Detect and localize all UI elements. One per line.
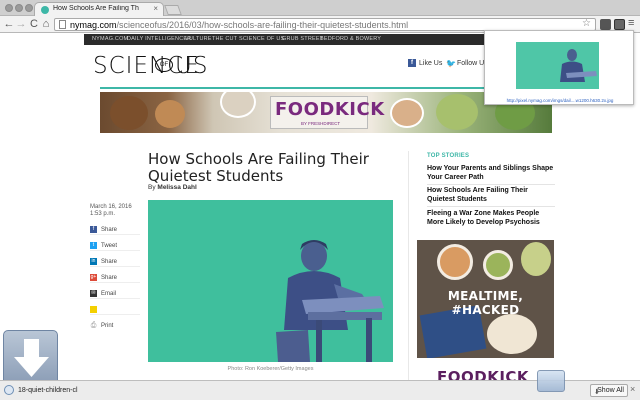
download-arrow-overlay-icon [3,330,58,380]
foodkick-logo-box: FOODKICK BY FRESHDIRECT [270,96,384,129]
article-time: 1:53 p.m. [90,211,116,217]
student-thumbnail-illustration [516,42,599,89]
like-us-label: Like Us [419,60,443,67]
nav-link-the-cut[interactable]: THE CUT [212,36,237,42]
email-icon: ✉ [90,290,97,297]
foodkick-ad-title: FOODKICK [275,99,385,120]
ad-food-image [483,250,513,280]
url-host: nymag.com [70,20,117,30]
share-label: Email [101,291,117,297]
chrome-menu-icon[interactable]: ≡ [628,17,634,29]
story-divider [427,206,555,207]
print-button[interactable]: ⎙ Print [90,321,140,331]
download-item[interactable]: 18-quiet-children-cl [4,384,84,398]
show-all-label: Show All [597,387,624,394]
popup-image-url-link[interactable]: http://pixel.nymag.com/imgs/dail....w120… [488,98,632,103]
ad-food-image [437,244,473,280]
close-window-icon[interactable] [5,4,13,12]
nav-link-bedford-bowery[interactable]: BEDFORD & BOWERY [320,36,381,42]
author-link[interactable]: Melissa Dahl [157,184,196,191]
window-titlebar: How Schools Are Failing Th × [0,0,640,17]
share-label: Share [101,275,118,281]
share-label: Share [101,227,118,233]
byline-prefix: By [148,184,158,191]
comments-button[interactable] [90,305,140,315]
googleplus-icon: g+ [90,274,97,281]
ad-food-image [487,314,537,354]
mealtime-sidebar-ad[interactable]: MEALTIME, #HACKED [417,240,554,358]
nav-link-nymag[interactable]: NYMAG.COM [92,36,128,42]
foodkick-ad-subtitle: BY FRESHDIRECT [301,121,341,126]
logo-text-of: OF [155,58,173,72]
facebook-icon: f [408,59,416,67]
print-icon: ⎙ [90,322,97,329]
back-arrow-icon[interactable]: ← [3,17,15,31]
downloads-folder-icon [537,370,565,392]
article-headline: How Schools Are Failing Their Quietest S… [148,150,369,185]
new-tab-button[interactable] [164,5,182,15]
show-all-downloads-button[interactable]: ⬇ Show All [590,384,628,397]
tab-close-icon[interactable]: × [153,4,158,13]
twitter-icon: t [90,242,97,249]
nav-link-vulture[interactable]: VULTURE [185,36,212,42]
twitter-icon: 🐦 [446,59,456,68]
share-twitter-button[interactable]: t Tweet [90,241,140,251]
pocket-extension-icon[interactable] [600,19,611,30]
forward-arrow-icon[interactable]: → [15,17,27,31]
article-byline: By Melissa Dahl [148,184,197,191]
share-label: Tweet [101,243,118,249]
ad-food-image [155,100,185,128]
foodkick-brand-text[interactable]: FOODKICK [437,368,529,380]
reload-icon[interactable]: C [28,17,40,31]
share-linkedin-button[interactable]: in Share [90,257,140,267]
student-at-desk-illustration [148,200,393,362]
nav-link-science-of-us[interactable]: SCIENCE OF US [239,36,284,42]
share-label: Print [101,323,114,329]
bookmark-star-icon[interactable]: ☆ [582,18,591,29]
ad-food-image [521,242,551,276]
story-divider [427,184,555,185]
zoom-window-icon[interactable] [25,4,33,12]
image-caption: Photo: Ron Koeberer/Getty Images [227,366,314,372]
top-story-link[interactable]: How Your Parents and Siblings Shape Your… [427,164,555,182]
ad-food-image [390,98,424,128]
download-list-icon: ⬇ [594,389,600,396]
image-preview-popup: http://pixel.nymag.com/imgs/dail....w120… [484,30,634,105]
top-story-link[interactable]: How Schools Are Failing Their Quietest S… [427,186,555,204]
url-text: nymag.com/scienceofus/2016/03/how-school… [70,19,408,31]
share-email-button[interactable]: ✉ Email [90,289,140,299]
article-hero-image [148,200,393,362]
bookmark-extension-icon[interactable] [614,19,625,30]
share-facebook-button[interactable]: f Share [90,225,140,235]
ad-food-image [436,94,478,130]
url-path: /scienceofus/2016/03/how-schools-are-fai… [116,20,409,30]
download-arrow-icon [14,339,49,377]
top-stories-heading: TOP STORIES [427,153,470,159]
linkedin-icon: in [90,258,97,265]
ad-food-image [220,92,256,118]
ad-food-image [110,96,148,130]
share-label: Share [101,259,118,265]
tab-title: How Schools Are Failing Th [53,5,139,12]
mealtime-hacked-text: MEALTIME, #HACKED [447,289,524,317]
popup-preview-image[interactable] [516,42,599,89]
sidebar-divider [408,151,409,380]
article-date: March 16, 2016 [90,204,132,210]
favicon-icon [41,6,49,14]
nav-link-daily-intelligencer[interactable]: DAILY INTELLIGENCER [127,36,191,42]
download-filename: 18-quiet-children-cl [18,387,78,394]
home-icon[interactable]: ⌂ [40,17,52,31]
nav-link-grub-street[interactable]: GRUB STREET [282,36,323,42]
browser-tab[interactable]: How Schools Are Failing Th × [34,2,164,17]
facebook-icon: f [90,226,97,233]
minimize-window-icon[interactable] [15,4,23,12]
logo-text-us: US [175,53,209,79]
download-progress-icon [4,385,14,395]
close-shelf-icon[interactable]: × [630,384,635,394]
share-googleplus-button[interactable]: g+ Share [90,273,140,283]
comment-icon [90,306,97,313]
page-info-icon[interactable] [59,20,66,29]
top-story-link[interactable]: Fleeing a War Zone Makes People More Lik… [427,209,555,227]
